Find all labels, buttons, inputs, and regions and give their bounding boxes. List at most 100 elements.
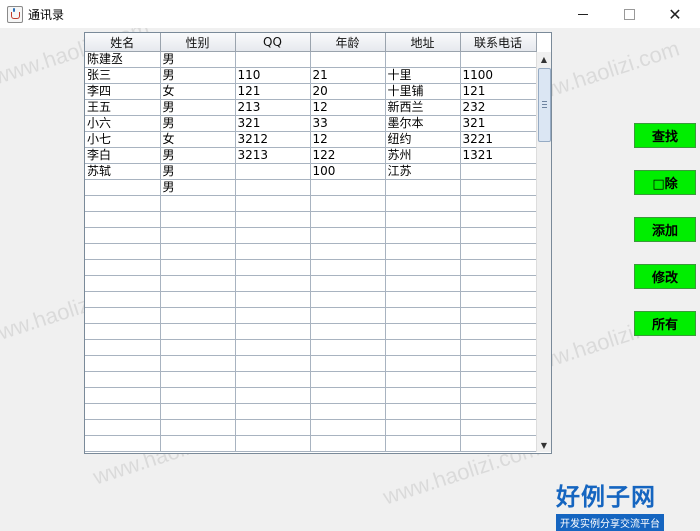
cell-age[interactable]: 21 (310, 67, 386, 84)
cell-age[interactable] (310, 339, 386, 356)
cell-address[interactable] (385, 307, 461, 324)
add-button[interactable]: 添加 (634, 217, 696, 242)
cell-gender[interactable] (160, 291, 236, 308)
cell-address[interactable] (385, 227, 461, 244)
cell-age[interactable]: 33 (310, 115, 386, 132)
cell-name[interactable] (85, 435, 161, 452)
column-header-name[interactable]: 姓名 (85, 33, 161, 52)
table-row[interactable]: 小六男 321 33 墨尔本 321 (85, 115, 537, 132)
cell-age[interactable] (310, 387, 386, 404)
table-row[interactable]: 王五男 213 12 新西兰 232 (85, 99, 537, 116)
table-row-empty[interactable] (85, 195, 537, 212)
cell-name[interactable]: 王五 (85, 99, 161, 116)
cell-phone[interactable]: 3221 (460, 131, 537, 148)
search-button[interactable]: 查找 (634, 123, 696, 148)
table-row-empty[interactable] (85, 243, 537, 260)
cell-name[interactable] (85, 419, 161, 436)
cell-gender[interactable] (160, 195, 236, 212)
table-row-empty[interactable] (85, 211, 537, 228)
cell-name[interactable] (85, 403, 161, 420)
cell-phone[interactable]: 321 (460, 115, 537, 132)
cell-qq[interactable] (235, 403, 311, 420)
table-row-empty[interactable] (85, 339, 537, 356)
cell-gender[interactable]: 男 (160, 67, 236, 84)
cell-address[interactable]: 十里 (385, 67, 461, 84)
cell-address[interactable] (385, 211, 461, 228)
cell-address[interactable] (385, 243, 461, 260)
cell-age[interactable] (310, 355, 386, 372)
cell-qq[interactable] (235, 195, 311, 212)
cell-age[interactable] (310, 195, 386, 212)
minimize-button[interactable] (560, 0, 606, 28)
column-header-qq[interactable]: QQ (235, 33, 311, 52)
cell-name[interactable] (85, 227, 161, 244)
cell-qq[interactable] (235, 51, 311, 68)
cell-phone[interactable] (460, 211, 537, 228)
cell-gender[interactable]: 女 (160, 131, 236, 148)
cell-phone[interactable]: 121 (460, 83, 537, 100)
cell-phone[interactable] (460, 291, 537, 308)
cell-gender[interactable] (160, 419, 236, 436)
cell-gender[interactable] (160, 355, 236, 372)
close-button[interactable]: ✕ (652, 0, 698, 28)
cell-qq[interactable] (235, 291, 311, 308)
cell-name[interactable] (85, 275, 161, 292)
cell-qq[interactable]: 3213 (235, 147, 311, 164)
column-header-phone[interactable]: 联系电话 (460, 33, 537, 52)
cell-qq[interactable] (235, 419, 311, 436)
table-row-empty[interactable] (85, 387, 537, 404)
table-row-empty[interactable] (85, 323, 537, 340)
modify-button[interactable]: 修改 (634, 264, 696, 289)
cell-address[interactable] (385, 403, 461, 420)
cell-phone[interactable] (460, 419, 537, 436)
cell-age[interactable]: 12 (310, 99, 386, 116)
cell-age[interactable] (310, 259, 386, 276)
cell-name[interactable] (85, 211, 161, 228)
cell-qq[interactable] (235, 211, 311, 228)
table-row-empty[interactable] (85, 371, 537, 388)
cell-phone[interactable] (460, 275, 537, 292)
cell-address[interactable] (385, 179, 461, 196)
cell-age[interactable]: 12 (310, 131, 386, 148)
contacts-table[interactable]: 姓名 性别 QQ 年龄 地址 联系电话 陈建丞男张三男 110 21 十里 1100 李四… (84, 32, 552, 454)
cell-phone[interactable] (460, 243, 537, 260)
cell-name[interactable] (85, 179, 161, 196)
table-row-empty[interactable] (85, 355, 537, 372)
cell-gender[interactable]: 男 (160, 179, 236, 196)
cell-qq[interactable] (235, 435, 311, 452)
cell-gender[interactable]: 女 (160, 83, 236, 100)
cell-address[interactable] (385, 419, 461, 436)
cell-age[interactable] (310, 51, 386, 68)
cell-address[interactable]: 苏州 (385, 147, 461, 164)
cell-gender[interactable]: 男 (160, 51, 236, 68)
cell-name[interactable] (85, 307, 161, 324)
cell-name[interactable] (85, 243, 161, 260)
cell-phone[interactable] (460, 355, 537, 372)
cell-name[interactable] (85, 339, 161, 356)
cell-address[interactable] (385, 51, 461, 68)
cell-phone[interactable] (460, 259, 537, 276)
cell-qq[interactable] (235, 323, 311, 340)
scroll-thumb[interactable] (538, 68, 551, 142)
cell-qq[interactable]: 3212 (235, 131, 311, 148)
cell-gender[interactable] (160, 227, 236, 244)
cell-gender[interactable] (160, 275, 236, 292)
cell-name[interactable] (85, 323, 161, 340)
cell-address[interactable]: 纽约 (385, 131, 461, 148)
cell-gender[interactable]: 男 (160, 147, 236, 164)
delete-button[interactable]: □除 (634, 170, 696, 195)
cell-address[interactable] (385, 371, 461, 388)
cell-phone[interactable] (460, 227, 537, 244)
cell-gender[interactable] (160, 339, 236, 356)
table-row-empty[interactable] (85, 419, 537, 436)
table-row[interactable]: 李四女 121 20 十里铺 121 (85, 83, 537, 100)
cell-qq[interactable] (235, 371, 311, 388)
cell-name[interactable]: 陈建丞 (85, 51, 161, 68)
cell-qq[interactable]: 321 (235, 115, 311, 132)
cell-age[interactable] (310, 323, 386, 340)
cell-gender[interactable] (160, 243, 236, 260)
cell-gender[interactable]: 男 (160, 115, 236, 132)
table-row-empty[interactable] (85, 275, 537, 292)
table-row-empty[interactable] (85, 291, 537, 308)
cell-age[interactable]: 20 (310, 83, 386, 100)
